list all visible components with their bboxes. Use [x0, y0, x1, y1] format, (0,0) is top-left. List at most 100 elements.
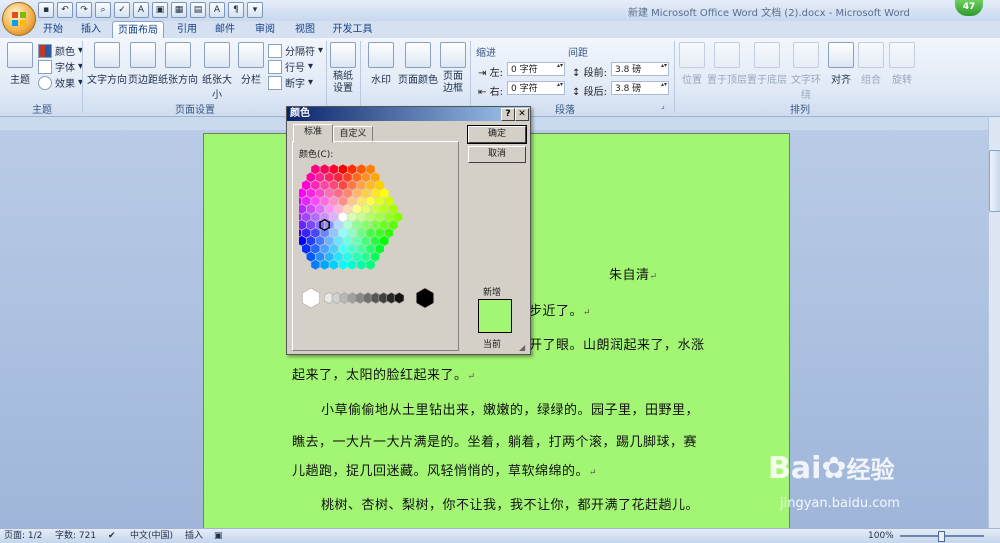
line-numbers-icon	[268, 59, 282, 74]
resize-grip-icon[interactable]: ◢	[519, 343, 525, 352]
orientation-button[interactable]: 纸张方向	[158, 42, 198, 86]
current-color-label: 当前	[483, 340, 502, 350]
indent-left-icon: ⇥	[478, 68, 487, 79]
themes-icon	[7, 42, 33, 68]
page-color-button[interactable]: 页面颜色	[398, 42, 438, 86]
align-button[interactable]: 对齐	[828, 42, 854, 86]
indent-right-input[interactable]: 0 字符	[507, 81, 565, 95]
themes-button[interactable]: 主题	[6, 42, 34, 86]
page-count[interactable]: 页面: 1/2	[4, 529, 42, 543]
text-icon[interactable]: A	[209, 2, 225, 18]
spacing-after-input[interactable]: 3.8 磅	[611, 81, 669, 95]
paragraph-mark-icon: ↵	[467, 372, 476, 382]
tab-mailings[interactable]: 邮件	[210, 21, 240, 38]
bring-to-front-button[interactable]: 置于顶层	[707, 42, 747, 86]
spacing-before-icon: ↕	[572, 68, 581, 79]
dialog-title-bar[interactable]: 颜色	[287, 107, 530, 121]
theme-effects-button[interactable]: 效果 ▾	[38, 75, 83, 90]
cancel-button[interactable]: 取消	[468, 146, 526, 163]
rotate-button[interactable]: 旋转	[888, 42, 916, 86]
print-preview-icon[interactable]: ⌕	[95, 2, 111, 18]
theme-fonts-button[interactable]: 字体 ▾	[38, 59, 83, 74]
redo-icon[interactable]: ↷	[76, 2, 92, 18]
group-separator	[360, 41, 361, 113]
text-direction-icon	[94, 42, 120, 68]
paragraph-mark-icon: ↵	[589, 468, 598, 478]
line-numbers-button[interactable]: 行号 ▾	[268, 59, 313, 74]
text-wrapping-button[interactable]: 文字环绕	[787, 42, 825, 101]
position-icon	[679, 42, 705, 68]
gray-cell[interactable]	[302, 287, 320, 309]
zoom-level[interactable]: 100%	[868, 529, 894, 543]
tab-view[interactable]: 视图	[290, 21, 320, 38]
tab-review[interactable]: 审阅	[250, 21, 280, 38]
tab-home[interactable]: 开始	[38, 21, 68, 38]
columns-button[interactable]: 分栏	[238, 42, 264, 86]
spacing-before-input[interactable]: 3.8 磅	[611, 62, 669, 76]
colors-icon	[38, 43, 52, 58]
macro-icon[interactable]: ▣	[214, 529, 223, 543]
insert-mode[interactable]: 插入	[185, 529, 203, 543]
paragraph-dialog-launcher-icon[interactable]: ⌟	[661, 101, 665, 110]
close-icon[interactable]: ✕	[515, 108, 529, 121]
tab-standard[interactable]: 标准	[293, 124, 333, 143]
paragraph-mark-icon: ↵	[649, 272, 658, 282]
word-count[interactable]: 字数: 721	[55, 529, 96, 543]
tab-developer[interactable]: 开发工具	[330, 21, 375, 38]
position-button[interactable]: 位置	[678, 42, 706, 86]
save-icon[interactable]: ▪	[38, 2, 54, 18]
zoom-slider[interactable]	[900, 529, 986, 543]
indent-heading: 缩进	[476, 48, 496, 59]
picture-icon[interactable]: ▣	[152, 2, 168, 18]
group-separator	[470, 41, 471, 113]
text-direction-button[interactable]: 文字方向	[87, 42, 127, 86]
spellcheck-icon[interactable]: ✔	[108, 529, 116, 543]
color-cell[interactable]	[393, 211, 403, 223]
baidu-watermark-url: jingyan.baidu.com	[780, 496, 900, 511]
theme-colors-button[interactable]: 颜色 ▾	[38, 43, 83, 58]
spacing-before-label: ↕ 段前:	[572, 68, 607, 79]
tab-page-layout[interactable]: 页面布局	[112, 21, 164, 39]
group-label-paragraph: 段落	[555, 105, 575, 116]
format-icon[interactable]: ¶	[228, 2, 244, 18]
page-borders-button[interactable]: 页面边框	[440, 42, 466, 95]
watermark-button[interactable]: 水印	[366, 42, 396, 86]
quick-access-toolbar: ▪ ↶ ↷ ⌕ ✓ A ▣ ▦ ▤ A ¶ ▾	[38, 2, 263, 19]
group-separator	[82, 41, 83, 113]
group-icon	[858, 42, 884, 68]
text-line: 步近了。↵	[529, 304, 592, 319]
help-icon[interactable]: ?	[501, 108, 515, 121]
undo-icon[interactable]: ↶	[57, 2, 73, 18]
send-to-back-button[interactable]: 置于底层	[747, 42, 787, 86]
breaks-button[interactable]: 分隔符 ▾	[268, 43, 323, 58]
chart-icon[interactable]: ▤	[190, 2, 206, 18]
text-line: 小草偷偷地从土里钻出来，嫩嫩的，绿绿的。园子里，田野里，	[321, 403, 700, 418]
text-line: 瞧去，一大片一大片满是的。坐着，躺着，打两个滚，踢几脚球，赛	[292, 435, 698, 450]
language-status[interactable]: 中文(中国)	[130, 529, 173, 543]
table-icon[interactable]: ▦	[171, 2, 187, 18]
page-borders-icon	[440, 42, 466, 68]
ok-button[interactable]: 确定	[467, 125, 527, 144]
font-color-icon[interactable]: A	[133, 2, 149, 18]
size-button[interactable]: 纸张大小	[198, 42, 236, 101]
draft-settings-button[interactable]: 稿纸设置	[330, 42, 356, 95]
gray-cell[interactable]	[394, 292, 405, 304]
hyphenation-icon	[268, 75, 282, 90]
group-button[interactable]: 组合	[857, 42, 885, 86]
customize-icon[interactable]: ▾	[247, 2, 263, 18]
group-separator	[326, 41, 327, 113]
group-label-themes: 主题	[32, 105, 52, 116]
spacing-after-icon: ↕	[572, 87, 581, 98]
office-button[interactable]	[2, 2, 36, 36]
scrollbar-thumb[interactable]	[989, 150, 1000, 212]
margins-button[interactable]: 页边距	[128, 42, 158, 86]
gray-cell[interactable]	[416, 287, 434, 309]
orientation-icon	[165, 42, 191, 68]
hyphenation-button[interactable]: 断字 ▾	[268, 75, 313, 90]
grayscale-picker[interactable]	[299, 282, 449, 312]
tab-references[interactable]: 引用	[172, 21, 202, 38]
text-line: 桃树、杏树、梨树，你不让我，我不让你，都开满了花赶趟儿。	[321, 498, 700, 513]
tab-insert[interactable]: 插入	[76, 21, 106, 38]
spelling-icon[interactable]: ✓	[114, 2, 130, 18]
indent-left-input[interactable]: 0 字符	[507, 62, 565, 76]
